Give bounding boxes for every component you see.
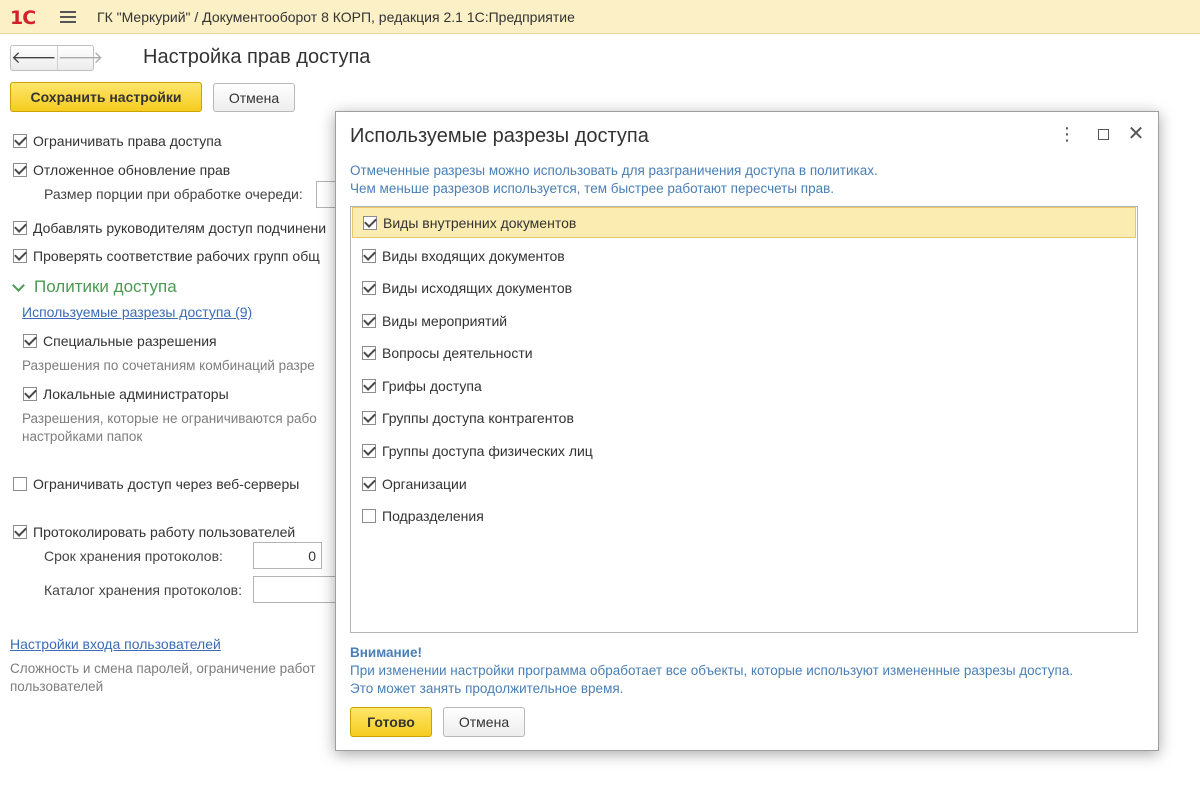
list-item[interactable]: Вопросы деятельности [352, 337, 1136, 368]
list-item-label: Группы доступа физических лиц [382, 442, 593, 459]
menu-icon[interactable] [60, 11, 76, 23]
queue-portion-label: Размер порции при обработке очереди: [44, 186, 303, 202]
list-item[interactable]: Организации [352, 468, 1136, 499]
deferred-update-option[interactable]: Отложенное обновление прав [13, 162, 230, 178]
used-sections-link[interactable]: Используемые разрезы доступа (9) [22, 304, 252, 320]
list-item-checkbox[interactable] [362, 378, 376, 393]
dialog-description-line-1: Отмеченные разрезы можно использовать дл… [350, 163, 878, 178]
title-bar: 1С ГК "Меркурий" / Документооборот 8 КОР… [0, 0, 1200, 34]
more-options-icon[interactable]: ⋮ [1058, 125, 1076, 143]
warning-text: При изменении настройки программа обрабо… [350, 662, 1073, 698]
save-settings-button[interactable]: Сохранить настройки [10, 82, 202, 112]
log-users-checkbox[interactable] [13, 525, 27, 539]
special-permissions-option[interactable]: Специальные разрешения [23, 333, 217, 349]
list-item-label: Виды входящих документов [382, 247, 565, 264]
log-users-option[interactable]: Протоколировать работу пользователей [13, 524, 295, 540]
list-item[interactable]: Виды внутренних документов [352, 207, 1136, 238]
list-item-checkbox[interactable] [362, 508, 376, 523]
deferred-update-checkbox[interactable] [13, 163, 27, 177]
back-arrow-icon[interactable]: 🡐 [11, 46, 57, 70]
policies-section-title: Политики доступа [34, 277, 177, 296]
list-item[interactable]: Виды исходящих документов [352, 272, 1136, 303]
local-admins-hint-line-1: Разрешения, которые не ограничиваются ра… [22, 411, 317, 426]
app-title: ГК "Меркурий" / Документооборот 8 КОРП, … [97, 9, 575, 25]
list-item-label: Вопросы деятельности [382, 344, 533, 361]
check-workgroups-checkbox[interactable] [13, 249, 27, 263]
local-admins-option[interactable]: Локальные администраторы [23, 386, 229, 402]
local-admins-label: Локальные администраторы [43, 386, 229, 402]
page-title: Настройка прав доступа [143, 46, 371, 68]
restrict-access-label: Ограничивать права доступа [33, 133, 222, 149]
list-item-label: Виды мероприятий [382, 312, 508, 329]
log-catalog-label: Каталог хранения протоколов: [44, 582, 242, 598]
list-item[interactable]: Группы доступа контрагентов [352, 402, 1136, 433]
list-item[interactable]: Группы доступа физических лиц [352, 435, 1136, 466]
list-item[interactable]: Виды мероприятий [352, 305, 1136, 336]
list-item-checkbox[interactable] [362, 248, 376, 263]
history-navigation: 🡐 🡒 [10, 45, 103, 71]
policies-section-header[interactable]: Политики доступа [12, 277, 177, 297]
log-retention-label: Срок хранения протоколов: [44, 548, 223, 564]
list-item-label: Виды исходящих документов [382, 279, 573, 296]
local-admins-hint-line-2: настройками папок [22, 429, 143, 444]
list-item[interactable]: Подразделения [352, 500, 1136, 531]
list-item-checkbox[interactable] [362, 280, 376, 295]
access-sections-list: Виды внутренних документов Виды входящих… [350, 206, 1138, 633]
list-item-checkbox[interactable] [362, 410, 376, 425]
list-item[interactable]: Виды входящих документов [352, 240, 1136, 271]
list-item-checkbox[interactable] [362, 313, 376, 328]
restrict-web-option[interactable]: Ограничивать доступ через веб-серверы [13, 476, 299, 492]
local-admins-checkbox[interactable] [23, 387, 37, 401]
login-settings-hint-line-1: Сложность и смена паролей, ограничение р… [10, 661, 316, 676]
warning-text-line-1: При изменении настройки программа обрабо… [350, 663, 1074, 678]
used-access-sections-dialog: Используемые разрезы доступа ⋮ ✕ Отмечен… [335, 111, 1159, 751]
list-item-label: Организации [382, 475, 467, 492]
login-settings-hint-line-2: пользователей [10, 679, 104, 694]
restrict-access-option[interactable]: Ограничивать права доступа [13, 133, 222, 149]
restrict-web-label: Ограничивать доступ через веб-серверы [33, 476, 300, 492]
list-item-checkbox[interactable] [362, 443, 376, 458]
login-settings-link[interactable]: Настройки входа пользователей [10, 636, 221, 652]
list-item-label: Подразделения [382, 507, 484, 524]
special-permissions-label: Специальные разрешения [43, 333, 217, 349]
1c-logo[interactable]: 1С [10, 7, 36, 29]
log-users-label: Протоколировать работу пользователей [33, 524, 296, 540]
log-retention-field[interactable]: 0 [253, 542, 322, 569]
add-managers-checkbox[interactable] [13, 221, 27, 235]
warning-text-line-2: Это может занять продолжительное время. [350, 681, 624, 696]
dialog-description-line-2: Чем меньше разрезов используется, тем бы… [350, 181, 835, 196]
check-workgroups-option[interactable]: Проверять соответствие рабочих групп общ [13, 248, 320, 264]
list-item-checkbox[interactable] [363, 215, 377, 230]
special-permissions-checkbox[interactable] [23, 334, 37, 348]
check-workgroups-label: Проверять соответствие рабочих групп общ [33, 248, 320, 264]
dialog-title: Используемые разрезы доступа [350, 125, 649, 147]
warning-title: Внимание! [350, 645, 422, 660]
done-button[interactable]: Готово [350, 707, 432, 737]
close-icon[interactable]: ✕ [1127, 124, 1145, 144]
add-managers-option[interactable]: Добавлять руководителям доступ подчинени [13, 220, 326, 236]
list-item-label: Виды внутренних документов [383, 214, 577, 231]
log-catalog-field[interactable] [253, 576, 338, 603]
list-item-label: Грифы доступа [382, 377, 482, 394]
add-managers-label: Добавлять руководителям доступ подчинени [33, 220, 327, 236]
cancel-button[interactable]: Отмена [213, 83, 295, 112]
maximize-icon[interactable] [1094, 126, 1112, 145]
dialog-description: Отмеченные разрезы можно использовать дл… [350, 162, 878, 198]
restrict-web-checkbox[interactable] [13, 477, 27, 491]
dialog-cancel-button[interactable]: Отмена [443, 707, 525, 737]
chevron-down-icon[interactable] [12, 278, 25, 292]
forward-arrow-icon[interactable]: 🡒 [56, 46, 103, 70]
restrict-access-checkbox[interactable] [13, 134, 27, 148]
list-item[interactable]: Грифы доступа [352, 370, 1136, 401]
list-item-checkbox[interactable] [362, 476, 376, 491]
special-permissions-hint: Разрешения по сочетаниям комбинаций разр… [22, 358, 315, 373]
list-item-label: Группы доступа контрагентов [382, 409, 574, 426]
list-item-checkbox[interactable] [362, 345, 376, 360]
deferred-update-label: Отложенное обновление прав [33, 162, 231, 178]
